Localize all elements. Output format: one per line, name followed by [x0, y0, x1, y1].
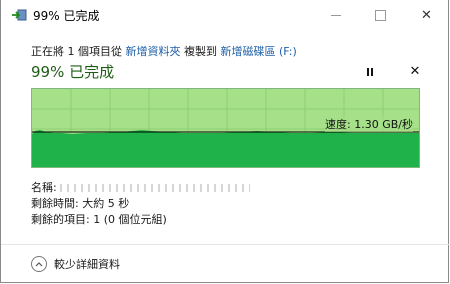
- destination-drive-link[interactable]: 新增磁碟區 (F:): [221, 45, 297, 58]
- cancel-icon: ✕: [409, 64, 421, 79]
- copy-description: 正在將 1 個項目從 新增資料夾 複製到 新增磁碟區 (F:): [31, 43, 297, 59]
- window-title: 99% 已完成: [33, 9, 100, 23]
- copy-prefix: 正在將 1 個項目從: [31, 45, 126, 58]
- minimize-button[interactable]: [313, 0, 358, 30]
- speed-area: [32, 130, 419, 167]
- pause-icon-bar: [371, 68, 373, 76]
- transfer-speed-graph: 速度: 1.30 GB/秒: [31, 88, 420, 168]
- cancel-button[interactable]: ✕: [405, 62, 425, 82]
- copy-middle: 複製到: [180, 45, 221, 58]
- time-remaining: 剩餘時間: 大約 5 秒: [31, 197, 130, 210]
- pause-button[interactable]: [360, 63, 380, 81]
- maximize-button[interactable]: [358, 0, 403, 30]
- fewer-details-toggle[interactable]: 較少詳細資料: [31, 254, 120, 274]
- copy-arrow-icon: [12, 9, 27, 21]
- redacted-file-name: [60, 184, 251, 192]
- footer-divider: [1, 244, 450, 245]
- source-folder-link[interactable]: 新增資料夾: [126, 45, 181, 58]
- copy-progress-dialog: 99% 已完成 ✕ 正在將 1 個項目從 新增資料夾 複製到 新增磁碟區 (F:…: [0, 0, 450, 283]
- file-name-row: 名稱:: [31, 179, 251, 195]
- minimize-icon: [330, 14, 341, 16]
- close-icon: ✕: [421, 7, 432, 23]
- close-button[interactable]: ✕: [404, 0, 449, 30]
- file-name-label: 名稱:: [31, 181, 61, 194]
- fewer-details-label: 較少詳細資料: [54, 258, 120, 271]
- maximize-icon: [375, 9, 386, 21]
- pause-icon: [367, 68, 369, 76]
- title-bar[interactable]: 99% 已完成 ✕: [1, 0, 450, 30]
- progress-heading: 99% 已完成: [31, 63, 115, 81]
- speed-readout: 速度: 1.30 GB/秒: [325, 116, 413, 132]
- items-remaining: 剩餘的項目: 1 (0 個位元組): [31, 213, 167, 226]
- chevron-up-icon: [31, 256, 47, 272]
